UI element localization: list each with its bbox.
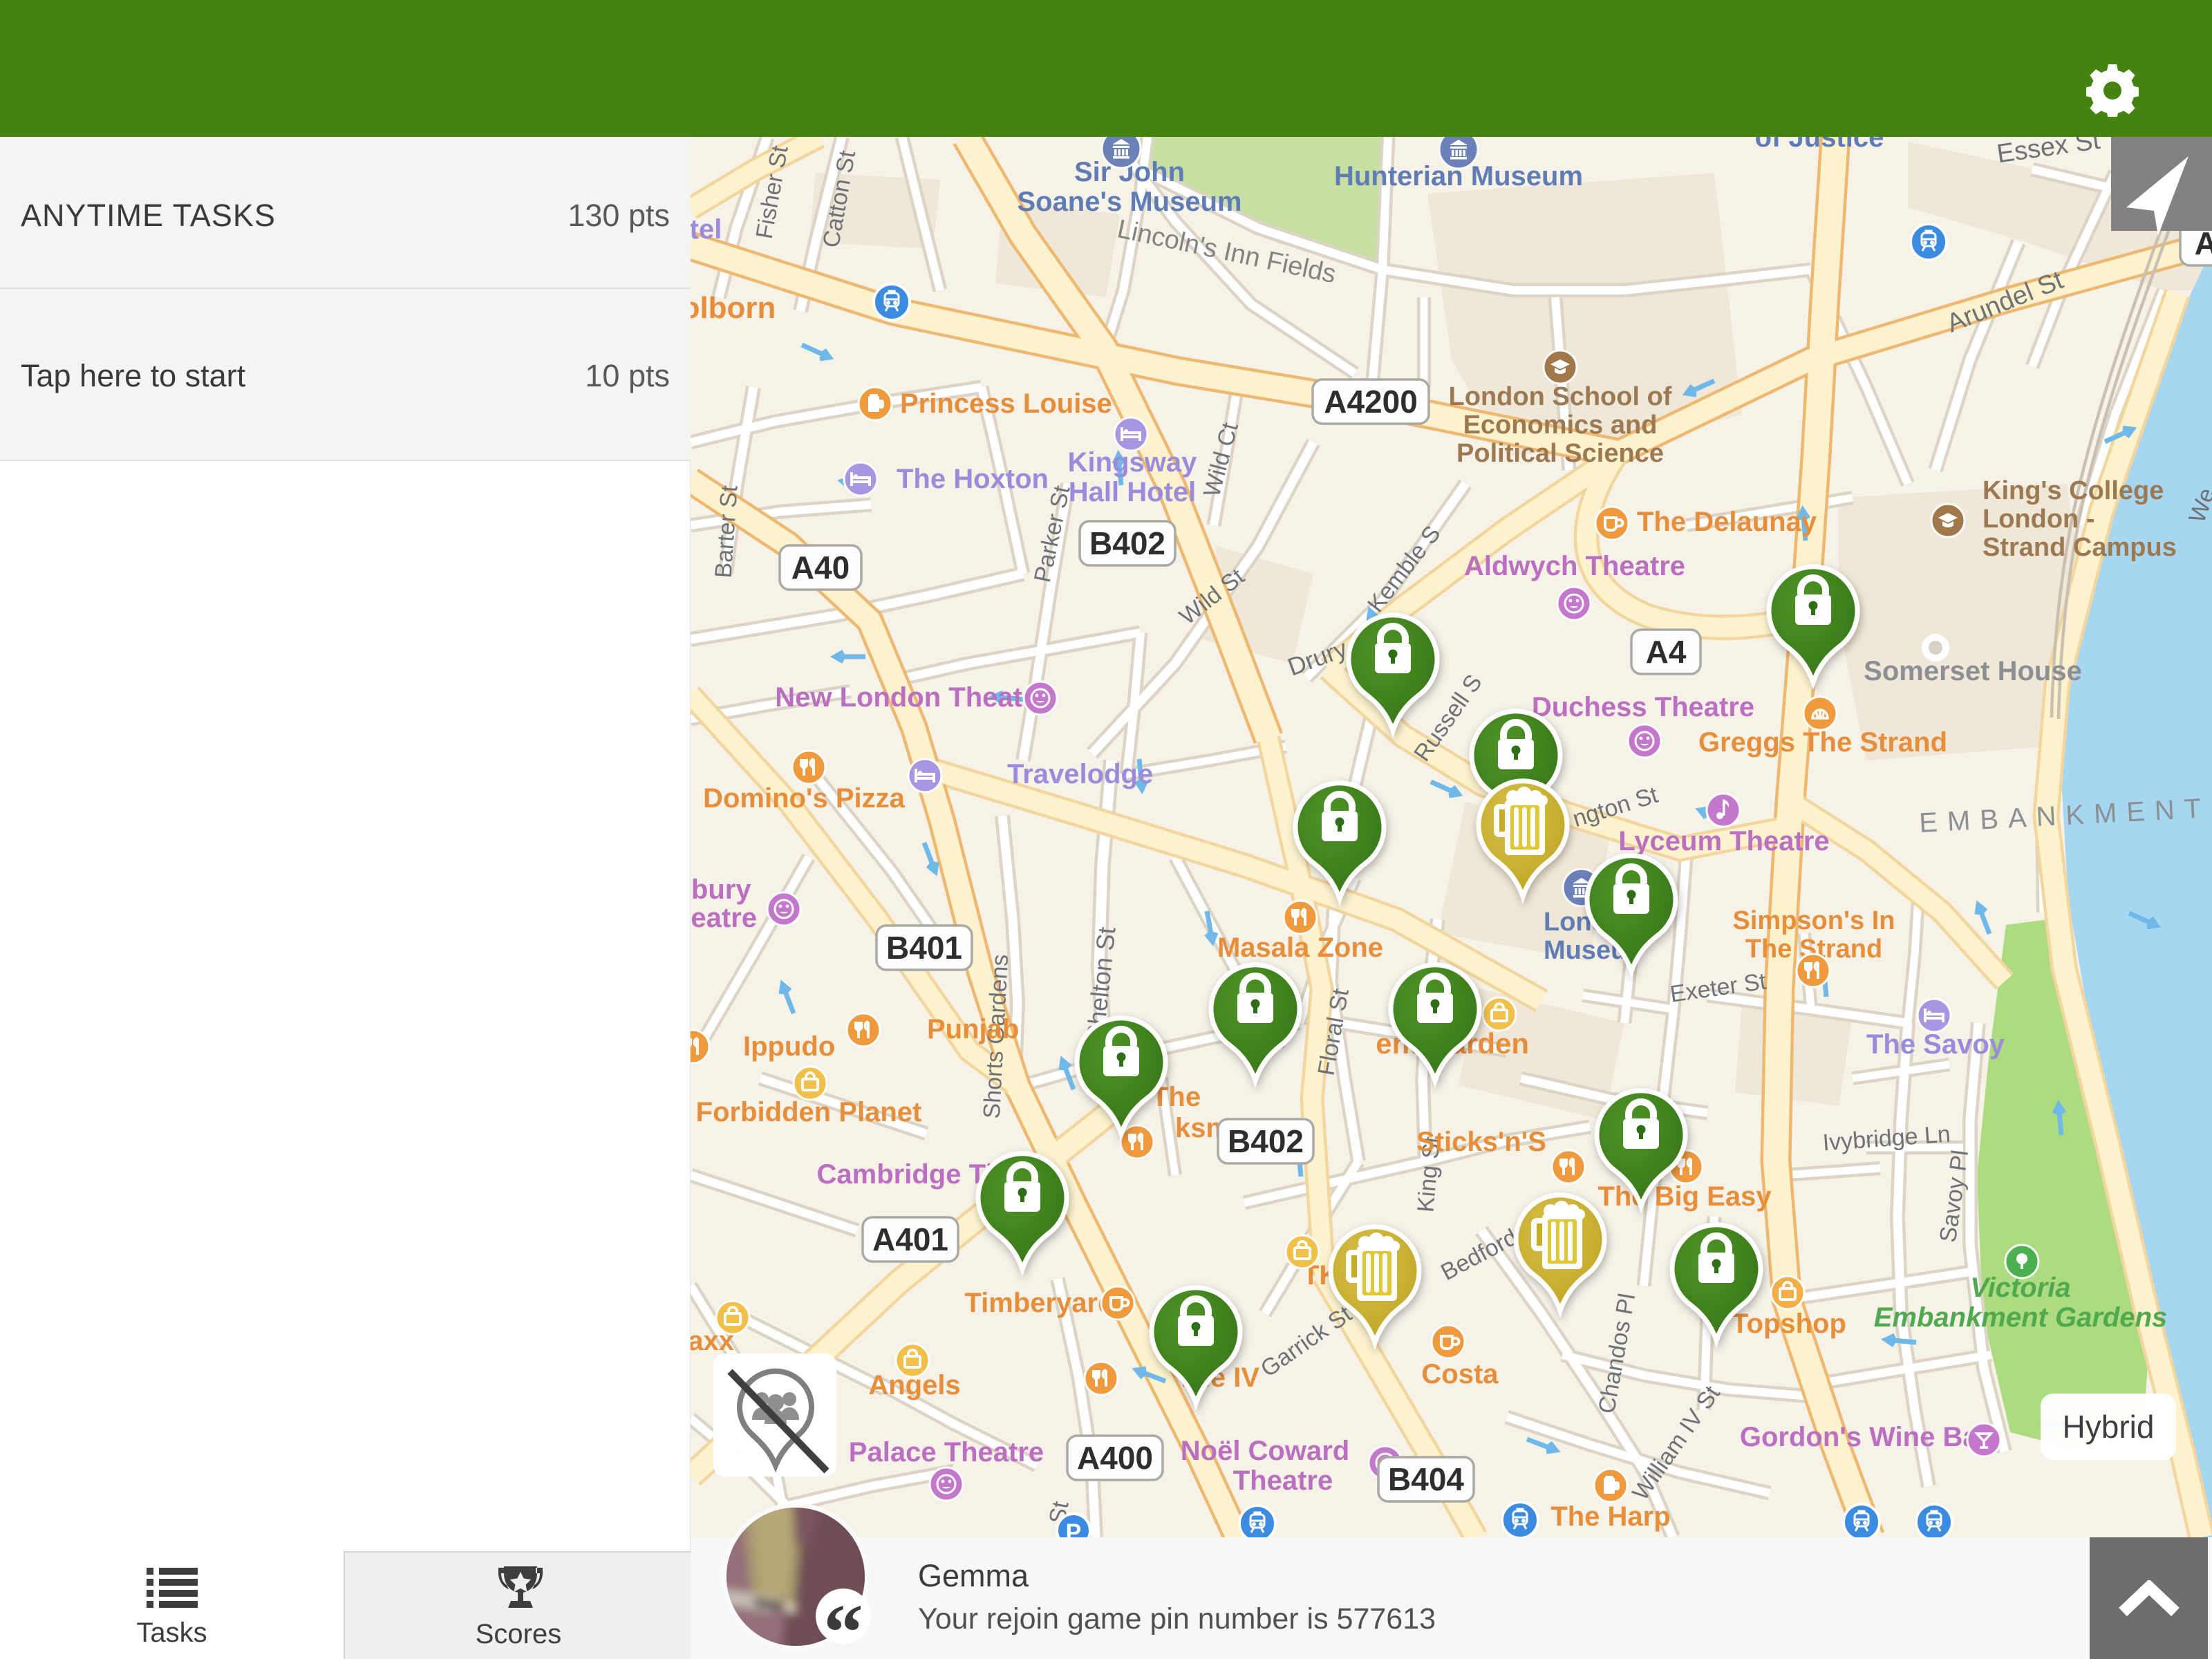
svg-text:New London Theatre: New London Theatre [775, 682, 1049, 713]
svg-text:Hybrid: Hybrid [2063, 1409, 2155, 1445]
svg-text:Embankment Gardens: Embankment Gardens [1874, 1302, 2168, 1333]
svg-text:B402: B402 [1089, 525, 1165, 561]
svg-text:Greggs The Strand: Greggs The Strand [1698, 727, 1947, 758]
svg-text:Hall Hotel: Hall Hotel [1069, 477, 1196, 507]
svg-text:“: “ [823, 1588, 863, 1644]
svg-text:Theatre: Theatre [1233, 1465, 1333, 1496]
svg-text:London -: London - [1983, 505, 2094, 534]
svg-text:olborn: olborn [691, 291, 776, 325]
svg-text:heatre: heatre [691, 903, 757, 933]
svg-text:Kingsway: Kingsway [1068, 447, 1197, 478]
svg-text:The Big Easy: The Big Easy [1597, 1181, 1772, 1212]
svg-text:Ippudo: Ippudo [743, 1031, 835, 1062]
svg-text:B401: B401 [886, 930, 962, 966]
svg-text:The Savoy: The Savoy [1866, 1029, 2005, 1060]
svg-text:A401: A401 [872, 1221, 948, 1257]
svg-text:B402: B402 [1228, 1123, 1304, 1159]
svg-text:Princess Louise: Princess Louise [900, 388, 1112, 419]
svg-text:tel: tel [691, 214, 722, 245]
svg-text:A40: A40 [791, 550, 850, 585]
svg-text:Palace Theatre: Palace Theatre [849, 1437, 1044, 1468]
svg-text:A4200: A4200 [1324, 384, 1418, 420]
svg-text:The Delaunay: The Delaunay [1637, 507, 1817, 537]
svg-text:Travelodge: Travelodge [1007, 759, 1153, 789]
svg-text:Simpson's In: Simpson's In [1733, 906, 1895, 935]
svg-text:Duchess Theatre: Duchess Theatre [1532, 692, 1754, 722]
svg-text:Aldwych Theatre: Aldwych Theatre [1464, 551, 1685, 581]
svg-text:A4: A4 [1646, 634, 1687, 670]
svg-text:Cambridge Th: Cambridge Th [817, 1159, 1003, 1190]
svg-text:P: P [1066, 1519, 1082, 1537]
svg-text:Punjab: Punjab [927, 1014, 1019, 1044]
svg-text:The Harp: The Harp [1550, 1501, 1670, 1532]
svg-text:Forbidden Planet: Forbidden Planet [696, 1097, 922, 1127]
svg-text:esbury: esbury [691, 874, 751, 905]
svg-text:Costa: Costa [1421, 1359, 1499, 1389]
svg-text:Timberyard: Timberyard [964, 1288, 1114, 1318]
svg-text:London School of: London School of [1449, 382, 1672, 411]
svg-text:Masala Zone: Masala Zone [1217, 932, 1383, 963]
svg-text:A400: A400 [1077, 1440, 1153, 1476]
svg-text:Lyceum Theatre: Lyceum Theatre [1618, 826, 1829, 856]
svg-text:The Hoxton: The Hoxton [897, 464, 1049, 494]
svg-text:Noël Coward: Noël Coward [1181, 1436, 1349, 1466]
svg-text:Economics and: Economics and [1463, 411, 1658, 440]
svg-text:Sticks'n'S: Sticks'n'S [1416, 1127, 1546, 1157]
svg-text:Political Science: Political Science [1456, 439, 1664, 468]
svg-text:Strand Campus: Strand Campus [1983, 533, 2177, 562]
svg-text:of Justice: of Justice [1755, 137, 1884, 153]
svg-text:Gordon's Wine Bar: Gordon's Wine Bar [1740, 1422, 1989, 1452]
svg-text:Soane's Museum: Soane's Museum [1017, 187, 1241, 217]
svg-text:Domino's Pizza: Domino's Pizza [703, 783, 906, 814]
svg-text:B404: B404 [1388, 1461, 1464, 1497]
svg-text:Somerset House: Somerset House [1864, 656, 2082, 686]
svg-text:Topshop: Topshop [1732, 1309, 1846, 1339]
svg-text:King's College: King's College [1983, 476, 2164, 505]
